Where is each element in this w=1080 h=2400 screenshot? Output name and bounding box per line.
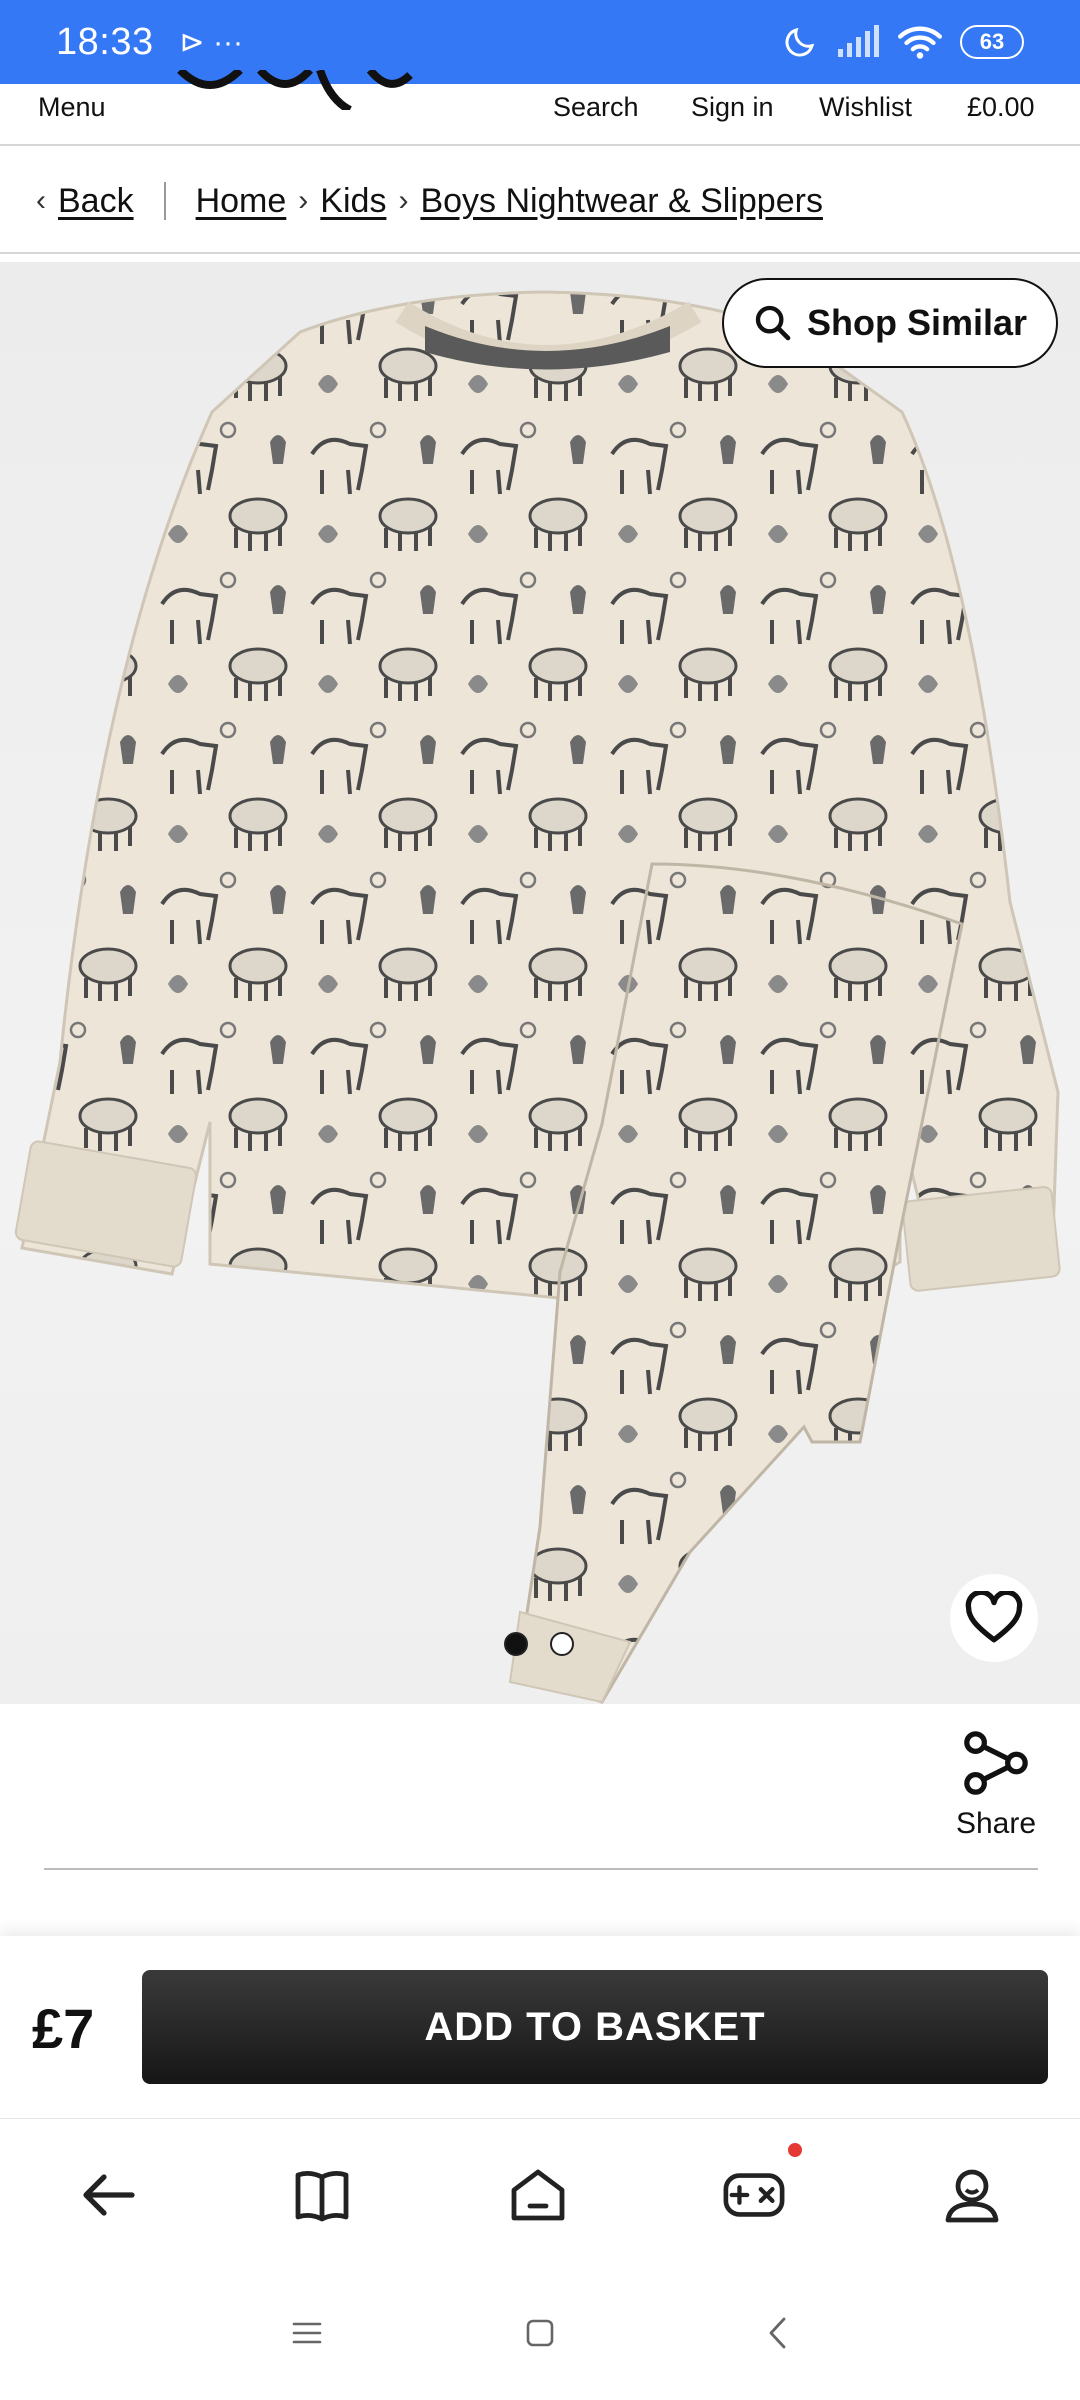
sticky-basket-bar: £7 ADD TO BASKET: [0, 1936, 1080, 2118]
content-divider: [44, 1868, 1038, 1870]
home-square-icon[interactable]: [515, 2308, 565, 2358]
book-icon[interactable]: [290, 2163, 354, 2227]
profile-icon[interactable]: [940, 2163, 1004, 2227]
shop-similar-label: Shop Similar: [806, 302, 1028, 343]
share-button[interactable]: Share: [952, 1728, 1040, 1841]
chevron-left-icon: ‹: [36, 184, 46, 217]
chevron-right-icon: ›: [398, 184, 409, 217]
breadcrumb-category[interactable]: Boys Nightwear & Slippers: [420, 182, 823, 221]
basket-total[interactable]: £0.00: [967, 92, 1035, 123]
status-extra-icons: ⊳ ···: [179, 25, 244, 59]
share-icon: [964, 1731, 1028, 1795]
product-price: £7: [32, 1997, 95, 2060]
breadcrumb-divider: [163, 182, 166, 220]
breadcrumb-divider-line: [0, 252, 1080, 254]
signal-icon: [838, 25, 879, 57]
shop-similar-button[interactable]: Shop Similar: [722, 278, 1058, 368]
site-header: Menu Search Sign in Wishlist £0.00: [0, 70, 1080, 146]
header-divider: [0, 144, 1080, 146]
breadcrumb-kids[interactable]: Kids: [320, 182, 386, 221]
system-back-icon[interactable]: [752, 2308, 802, 2358]
menu-button[interactable]: Menu: [38, 92, 106, 123]
browser-bottom-nav: [0, 2118, 1080, 2268]
product-image-gallery[interactable]: Shop Similar: [0, 262, 1080, 1704]
status-bar: 18:33 ⊳ ··· 63: [0, 0, 1080, 84]
image-pagination: [504, 1632, 574, 1656]
breadcrumb-home[interactable]: Home: [196, 182, 287, 221]
add-to-wishlist-button[interactable]: [950, 1574, 1038, 1662]
back-link[interactable]: Back: [58, 182, 134, 221]
breadcrumb: ‹ Back Home › Kids › Boys Nightwear & Sl…: [36, 176, 823, 226]
product-photo: [14, 290, 1061, 1704]
wifi-icon: [898, 26, 942, 59]
wishlist-button[interactable]: Wishlist: [819, 92, 912, 123]
home-icon[interactable]: [506, 2163, 570, 2227]
add-to-basket-button[interactable]: ADD TO BASKET: [142, 1970, 1048, 2084]
pagination-dot-2[interactable]: [550, 1632, 574, 1656]
moon-icon: [785, 27, 815, 57]
battery-indicator: 63: [960, 25, 1024, 59]
search-icon: [755, 305, 791, 341]
search-button[interactable]: Search: [553, 92, 639, 123]
gamepad-icon[interactable]: [722, 2143, 802, 2227]
back-arrow-icon[interactable]: [76, 2163, 140, 2227]
sign-in-button[interactable]: Sign in: [691, 92, 774, 123]
brand-logo[interactable]: [170, 70, 420, 110]
notification-dot: [788, 2143, 802, 2157]
recent-apps-icon[interactable]: [282, 2308, 332, 2358]
pagination-dot-1[interactable]: [504, 1632, 528, 1656]
heart-icon: [965, 1591, 1023, 1643]
system-navigation-bar: [0, 2268, 1080, 2400]
status-right-group: 63: [782, 24, 1024, 60]
share-label: Share: [955, 1807, 1037, 1840]
status-time: 18:33: [56, 20, 154, 63]
chevron-right-icon: ›: [298, 184, 309, 217]
